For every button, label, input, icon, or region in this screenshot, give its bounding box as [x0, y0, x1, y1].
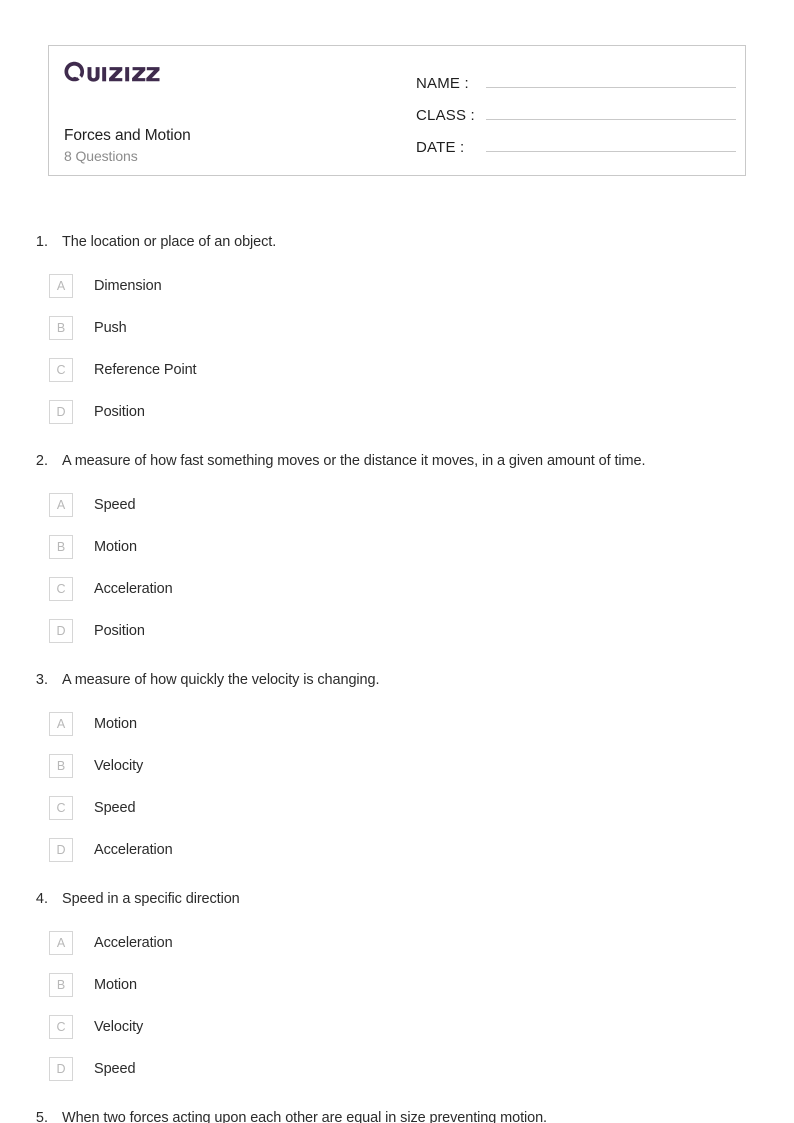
answer-options: A Speed B Motion C Acceleration D Position	[0, 484, 698, 652]
question-block: 1. The location or place of an object. A Di…	[0, 232, 794, 433]
question-block: 4. Speed in a specific direction A Accelera…	[0, 889, 794, 1090]
answer-options: A Acceleration B Motion C Velocity D Speed	[0, 922, 698, 1090]
question-number: 5.	[35, 1110, 48, 1123]
option-text: Motion	[94, 716, 137, 732]
answer-option-a[interactable]: A Dimension	[49, 265, 398, 307]
worksheet-header-card: Forces and Motion 8 Questions NAME : CLA…	[48, 45, 746, 176]
question-number: 2.	[35, 453, 48, 469]
option-text: Velocity	[94, 1019, 144, 1035]
questions-list: 1. The location or place of an object. A Di…	[0, 232, 794, 1123]
option-letter-badge: C	[49, 796, 73, 820]
answer-option-b[interactable]: B Motion	[49, 964, 398, 1006]
name-input-line[interactable]	[486, 68, 736, 88]
option-text: Motion	[94, 977, 137, 993]
worksheet-page: Forces and Motion 8 Questions NAME : CLA…	[0, 0, 794, 1123]
option-text: Speed	[94, 497, 136, 513]
question-row: 5. When two forces acting upon each other…	[0, 1108, 794, 1123]
question-text: A measure of how quickly the velocity is…	[62, 672, 380, 688]
option-text: Push	[94, 320, 127, 336]
option-letter-badge: D	[49, 619, 73, 643]
answer-option-b[interactable]: B Velocity	[49, 745, 398, 787]
option-letter-badge: A	[49, 493, 73, 517]
date-input-line[interactable]	[486, 132, 736, 152]
option-letter-badge: D	[49, 1057, 73, 1081]
option-letter-badge: D	[49, 838, 73, 862]
question-text: When two forces acting upon each other a…	[62, 1110, 547, 1123]
question-row: 1. The location or place of an object.	[0, 232, 794, 253]
answer-option-a[interactable]: A Motion	[49, 703, 398, 745]
answer-option-c[interactable]: C Acceleration	[49, 568, 398, 610]
option-text: Acceleration	[94, 842, 173, 858]
student-info-fields: NAME : CLASS : DATE :	[416, 68, 736, 164]
name-field-label: NAME :	[416, 75, 469, 92]
option-letter-badge: B	[49, 316, 73, 340]
question-spacer	[0, 871, 794, 889]
answer-option-d[interactable]: D Position	[49, 391, 398, 433]
option-text: Speed	[94, 800, 136, 816]
answer-option-d[interactable]: D Acceleration	[49, 829, 398, 871]
quizizz-logo	[64, 59, 160, 85]
question-row: 2. A measure of how fast something moves …	[0, 451, 794, 472]
option-letter-badge: B	[49, 973, 73, 997]
option-text: Acceleration	[94, 935, 173, 951]
worksheet-title: Forces and Motion	[64, 127, 191, 144]
option-text: Reference Point	[94, 362, 197, 378]
question-block: 5. When two forces acting upon each other…	[0, 1108, 794, 1123]
header-left-section: Forces and Motion 8 Questions	[64, 46, 409, 175]
answer-option-a[interactable]: A Speed	[49, 484, 398, 526]
worksheet-question-count: 8 Questions	[64, 148, 138, 164]
option-letter-badge: A	[49, 931, 73, 955]
class-field-row: CLASS :	[416, 100, 736, 132]
question-block: 2. A measure of how fast something moves …	[0, 451, 794, 652]
option-text: Dimension	[94, 278, 162, 294]
answer-options: A Dimension B Push C Reference Point D Position	[0, 265, 698, 433]
answer-option-a[interactable]: A Acceleration	[49, 922, 398, 964]
answer-options: A Motion B Velocity C Speed D Acceleration	[0, 703, 698, 871]
option-letter-badge: C	[49, 1015, 73, 1039]
question-number: 3.	[35, 672, 48, 688]
question-block: 3. A measure of how quickly the velocity …	[0, 670, 794, 871]
option-text: Acceleration	[94, 581, 173, 597]
question-text: A measure of how fast something moves or…	[62, 453, 646, 469]
question-number: 4.	[35, 891, 48, 907]
question-spacer	[0, 433, 794, 451]
answer-option-b[interactable]: B Push	[49, 307, 398, 349]
answer-option-c[interactable]: C Reference Point	[49, 349, 398, 391]
question-row: 3. A measure of how quickly the velocity …	[0, 670, 794, 691]
option-letter-badge: B	[49, 754, 73, 778]
class-input-line[interactable]	[486, 100, 736, 120]
option-text: Velocity	[94, 758, 144, 774]
option-letter-badge: B	[49, 535, 73, 559]
option-text: Position	[94, 623, 145, 639]
option-letter-badge: D	[49, 400, 73, 424]
option-letter-badge: C	[49, 358, 73, 382]
question-spacer	[0, 1090, 794, 1108]
answer-option-b[interactable]: B Motion	[49, 526, 398, 568]
option-letter-badge: A	[49, 712, 73, 736]
option-text: Position	[94, 404, 145, 420]
answer-option-c[interactable]: C Speed	[49, 787, 398, 829]
question-row: 4. Speed in a specific direction	[0, 889, 794, 910]
option-letter-badge: A	[49, 274, 73, 298]
option-text: Motion	[94, 539, 137, 555]
name-field-row: NAME :	[416, 68, 736, 100]
option-text: Speed	[94, 1061, 136, 1077]
answer-option-c[interactable]: C Velocity	[49, 1006, 398, 1048]
option-letter-badge: C	[49, 577, 73, 601]
question-number: 1.	[35, 234, 48, 250]
answer-option-d[interactable]: D Position	[49, 610, 398, 652]
date-field-row: DATE :	[416, 132, 736, 164]
question-text: The location or place of an object.	[62, 234, 277, 250]
class-field-label: CLASS :	[416, 107, 475, 124]
question-spacer	[0, 652, 794, 670]
date-field-label: DATE :	[416, 139, 465, 156]
question-text: Speed in a specific direction	[62, 891, 240, 907]
answer-option-d[interactable]: D Speed	[49, 1048, 398, 1090]
